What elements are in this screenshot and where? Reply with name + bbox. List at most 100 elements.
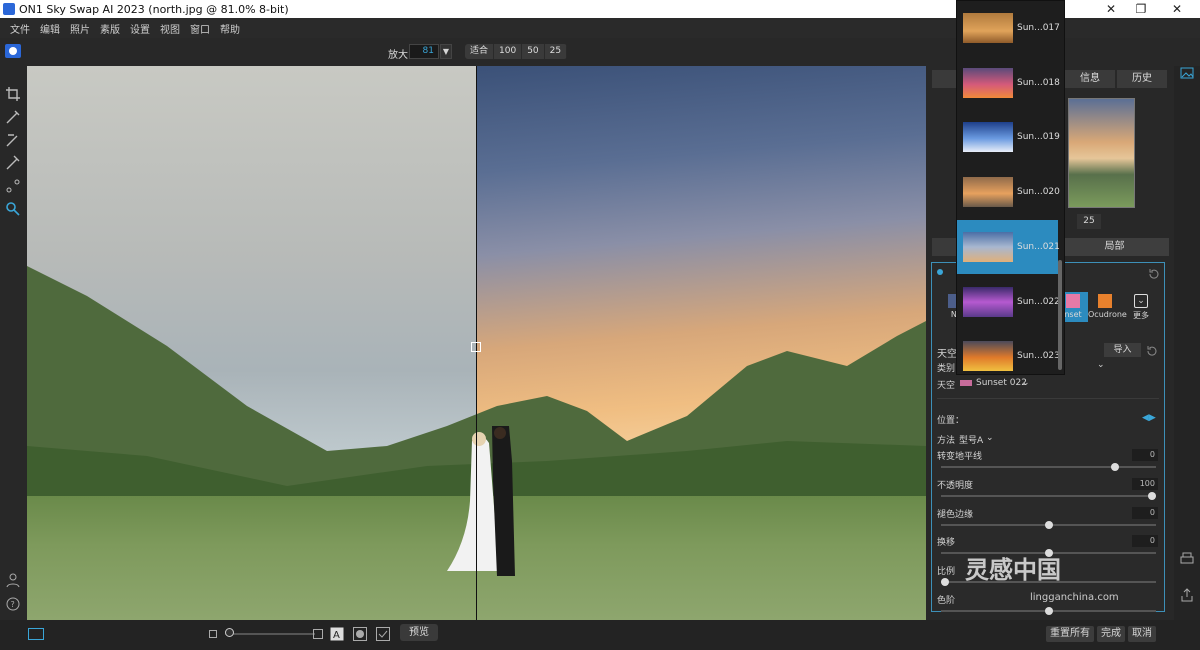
section-enabled-dot[interactable] [937, 269, 943, 275]
slider-knob[interactable] [1044, 520, 1053, 529]
sky-preset-item[interactable]: Sun...023 [957, 329, 1060, 383]
navigator-thumbnail[interactable] [1068, 98, 1135, 208]
slider-knob[interactable] [1148, 491, 1156, 500]
slider-track[interactable] [941, 494, 1156, 497]
sky-preset-thumbnail [963, 231, 1013, 262]
zoom-tool-icon[interactable] [5, 201, 21, 217]
menu-settings[interactable]: 设置 [125, 21, 155, 36]
import-button[interactable]: 导入 [1104, 343, 1141, 357]
chevron-down-icon[interactable]: ⌄ [1097, 360, 1105, 370]
cancel-button[interactable]: 取消 [1128, 626, 1156, 642]
reset-icon[interactable] [1145, 344, 1159, 358]
slider-value-input[interactable]: 0 [1132, 506, 1158, 519]
slider-value-input[interactable]: 0 [1132, 449, 1158, 461]
app-logo-icon [5, 44, 21, 58]
app-icon [3, 3, 15, 15]
maximize-button[interactable]: ❐ [1126, 0, 1156, 18]
close-button[interactable]: ✕ [1162, 0, 1192, 18]
slider-value-input[interactable]: 0 [1132, 535, 1158, 548]
menu-mask[interactable]: 素版 [95, 21, 125, 36]
sky-preset-item[interactable]: Sun...020 [957, 165, 1060, 219]
sky-preset-item[interactable]: Sun...017 [957, 1, 1060, 55]
sky-preset-item[interactable]: Sun...021 [957, 219, 1060, 274]
tab-history[interactable]: 历史 [1117, 70, 1167, 88]
zoom-input[interactable]: 81 [409, 44, 439, 59]
preset-sunset-label: nset [1064, 310, 1082, 319]
navigator-zoom-25[interactable]: 25 [1077, 214, 1101, 229]
preset-ocudrone[interactable]: Ocudrone [1088, 292, 1127, 322]
left-toolbar: ? [0, 66, 27, 620]
menu-file[interactable]: 文件 [5, 21, 35, 36]
split-view-handle[interactable] [471, 342, 481, 352]
collapse-arrows-icon[interactable]: ◀▶ [1142, 413, 1156, 423]
thumb-large-icon[interactable] [313, 629, 323, 639]
sky-preset-thumbnail [963, 67, 1013, 98]
preset-ocudrone-label: Ocudrone [1088, 310, 1127, 319]
close-icon-x[interactable]: ✕ [1096, 0, 1126, 18]
slider-knob[interactable] [1044, 607, 1053, 615]
right-icon-strip [1174, 66, 1200, 620]
zoom-25-button[interactable]: 25 [545, 44, 568, 59]
position-title: 位置： [937, 416, 965, 426]
menu-help[interactable]: 帮助 [215, 21, 245, 36]
frame-icon[interactable] [28, 628, 44, 640]
sky-preset-thumbnail [963, 122, 1013, 153]
dropdown-scrollbar[interactable] [1058, 260, 1062, 370]
slider-track[interactable] [941, 466, 1156, 468]
compare-icon[interactable] [376, 627, 390, 641]
zoom-fit-button[interactable]: 适合 [465, 44, 495, 59]
help-icon[interactable]: ? [5, 596, 21, 612]
sky-section-title: 天空 [937, 349, 957, 360]
app-window: ON1 Sky Swap AI 2023 (north.jpg @ 81.0% … [0, 0, 1200, 650]
mask-view-icon[interactable] [353, 627, 367, 641]
crop-icon[interactable] [5, 86, 21, 102]
share-icon[interactable] [1180, 588, 1194, 602]
menu-photo[interactable]: 照片 [65, 21, 95, 36]
zoom-label: 放大 [388, 50, 408, 61]
tab-info[interactable]: 信息 [1065, 70, 1115, 88]
slider-label: 色阶 [937, 596, 956, 606]
method-select[interactable]: 型号A [959, 433, 983, 446]
image-icon[interactable] [1180, 66, 1194, 80]
zoom-100-button[interactable]: 100 [494, 44, 523, 59]
refine-brush-icon[interactable] [5, 132, 21, 148]
brush-icon[interactable] [5, 109, 21, 125]
chevron-down-icon: ⌄ [1134, 294, 1148, 308]
preview-button[interactable]: 预览 [400, 624, 438, 641]
sky-preset-thumbnail [963, 13, 1013, 43]
slider-label: 不透明度 [937, 480, 974, 491]
print-icon[interactable] [1180, 552, 1194, 566]
method-label: 方法 [937, 436, 956, 446]
thumbnail-size-slider[interactable] [225, 633, 315, 635]
line-tool-icon[interactable] [5, 178, 21, 194]
sky-preset-thumbnail [963, 286, 1013, 317]
sky-preset-item[interactable]: Sun...019 [957, 110, 1060, 164]
text-overlay-icon[interactable]: A [330, 627, 344, 641]
menu-edit[interactable]: 编辑 [35, 21, 65, 36]
user-icon[interactable] [5, 572, 21, 588]
done-button[interactable]: 完成 [1097, 626, 1125, 642]
reset-icon[interactable] [1147, 267, 1161, 281]
sky-preset-item[interactable]: Sun...022 [957, 275, 1060, 329]
couple-figure [447, 426, 515, 576]
preset-more[interactable]: ⌄ 更多 [1126, 292, 1156, 322]
slider-value-input[interactable]: 100 [1132, 477, 1158, 490]
menu-view[interactable]: 视图 [155, 21, 185, 36]
reset-all-button[interactable]: 重置所有 [1046, 626, 1094, 642]
mask-brush-icon[interactable] [5, 155, 21, 171]
divider [937, 398, 1159, 399]
slider-knob[interactable] [1110, 463, 1119, 471]
sky-preset-dropdown: Sun...017 Sun...018 Sun...019 Sun...020 Sun.… [956, 0, 1065, 375]
thumb-small-icon[interactable] [209, 630, 217, 638]
image-canvas[interactable] [27, 66, 926, 620]
chevron-down-icon[interactable]: ⌄ [986, 433, 994, 443]
sky-preset-item[interactable]: Sun...018 [957, 56, 1060, 110]
tab-local[interactable]: 局部 [1060, 238, 1169, 256]
sky-preset-label: Sun...021 [1017, 241, 1060, 252]
sky-preset-label: Sun...019 [1017, 132, 1060, 143]
thumbnail-size-knob[interactable] [225, 628, 234, 637]
chevron-down-icon[interactable]: ▼ [440, 44, 452, 59]
zoom-50-button[interactable]: 50 [522, 44, 545, 59]
svg-text:?: ? [11, 600, 15, 609]
menu-window[interactable]: 窗口 [185, 21, 215, 36]
